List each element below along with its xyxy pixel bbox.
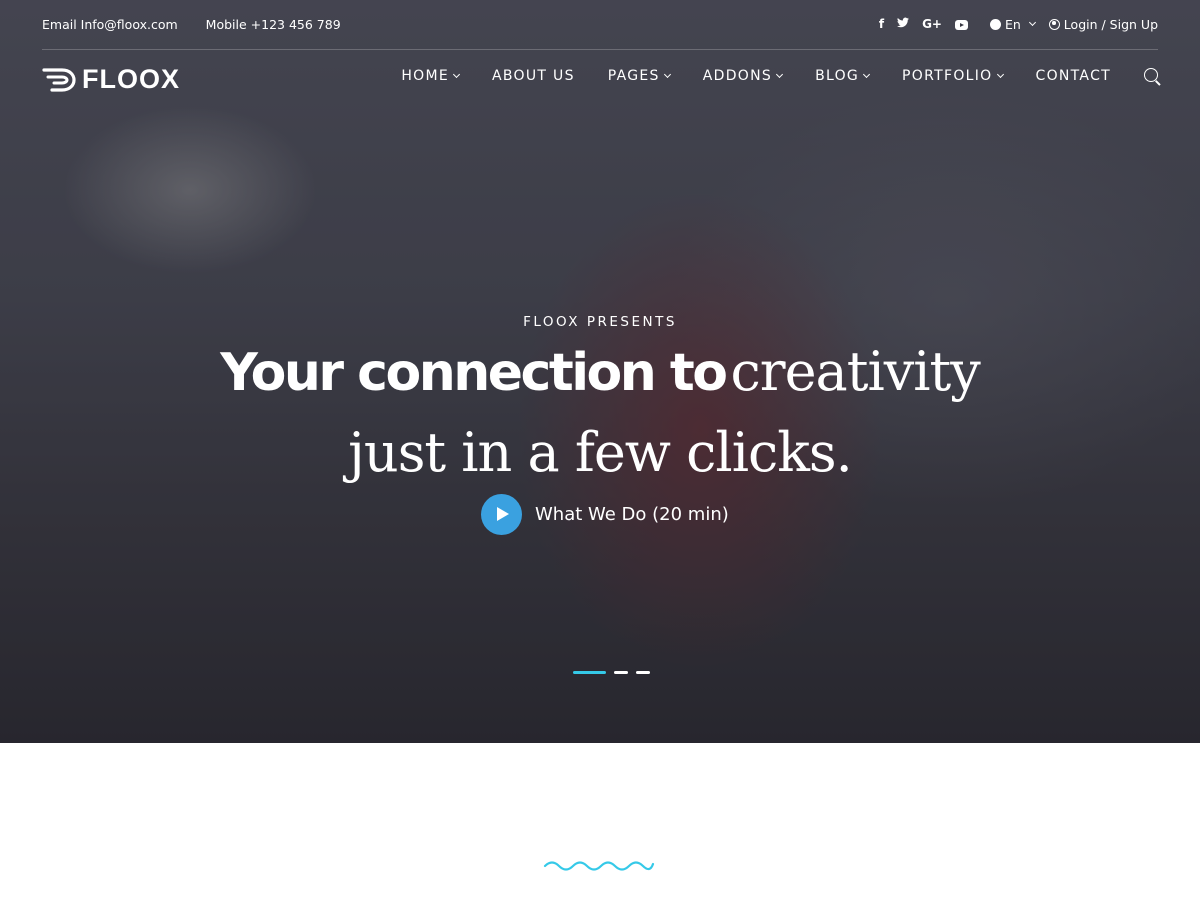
nav-item-label: HOME — [401, 68, 450, 84]
nav-item-home[interactable]: HOME — [401, 68, 461, 84]
headline-bold-text: Your connection to — [220, 343, 728, 403]
chevron-down-icon — [663, 70, 671, 78]
chevron-down-icon — [996, 70, 1004, 78]
slider-pagination — [573, 671, 650, 674]
google-plus-icon[interactable]: G+ — [922, 16, 942, 32]
slide-dot-active[interactable] — [573, 671, 606, 674]
email-link[interactable]: Email Info@floox.com — [42, 17, 178, 32]
twitter-icon[interactable] — [897, 16, 910, 32]
mobile-link[interactable]: Mobile +123 456 789 — [206, 17, 341, 32]
chevron-down-icon — [863, 70, 871, 78]
chevron-down-icon — [452, 70, 461, 78]
chevron-down-icon — [1028, 18, 1036, 26]
logo-text: FLOOX — [82, 64, 180, 94]
nav-item-about-us[interactable]: ABOUT US — [492, 68, 575, 84]
headline-second-line: just in a few clicks. — [348, 421, 853, 484]
nav-item-label: PAGES — [607, 68, 660, 84]
video-link[interactable]: What We Do (20 min) — [481, 494, 729, 535]
nav-item-label: ABOUT US — [492, 68, 575, 84]
user-icon — [1048, 18, 1060, 30]
nav-item-contact[interactable]: CONTACT — [1036, 68, 1112, 84]
language-label: En — [1004, 16, 1021, 32]
youtube-icon[interactable] — [954, 20, 968, 30]
search-icon[interactable] — [1144, 68, 1158, 82]
language-selector[interactable]: En — [989, 16, 1036, 32]
facebook-icon[interactable]: f — [879, 16, 884, 32]
nav-item-label: CONTACT — [1035, 68, 1111, 84]
main-navigation: FLOOX HOME ABOUT US PAGES ADDONS BLOG PO… — [42, 60, 1158, 94]
top-bar-actions: f G+ En Login / Sign Up — [879, 16, 1158, 32]
site-logo[interactable]: FLOOX — [42, 64, 180, 95]
nav-item-pages[interactable]: PAGES — [607, 68, 671, 84]
headline-serif-text: creativity — [730, 340, 981, 403]
nav-menu: HOME ABOUT US PAGES ADDONS BLOG PORTFOLI… — [401, 68, 1158, 84]
login-label: Login / Sign Up — [1063, 16, 1158, 32]
nav-item-blog[interactable]: BLOG — [815, 68, 871, 84]
globe-icon — [989, 18, 1001, 30]
chevron-down-icon — [776, 70, 784, 78]
nav-item-portfolio[interactable]: PORTFOLIO — [902, 68, 1004, 84]
wave-divider — [543, 861, 655, 871]
top-bar: Email Info@floox.com Mobile +123 456 789… — [42, 0, 1158, 50]
nav-item-addons[interactable]: ADDONS — [702, 68, 784, 84]
hero-headline: Your connection to creativity just in a … — [0, 338, 1200, 500]
nav-item-label: BLOG — [815, 68, 860, 84]
hero-eyebrow: FLOOX PRESENTS — [523, 314, 677, 330]
hero-slider: Email Info@floox.com Mobile +123 456 789… — [0, 0, 1200, 743]
slide-dot[interactable] — [614, 671, 628, 674]
contact-info: Email Info@floox.com Mobile +123 456 789 — [42, 17, 341, 32]
login-link[interactable]: Login / Sign Up — [1048, 16, 1158, 32]
nav-item-label: PORTFOLIO — [902, 68, 993, 84]
logo-icon — [42, 67, 76, 92]
video-label: What We Do (20 min) — [535, 504, 729, 525]
nav-item-label: ADDONS — [702, 68, 773, 84]
slide-dot[interactable] — [636, 671, 650, 674]
social-links: f G+ — [879, 16, 968, 32]
play-icon[interactable] — [481, 494, 522, 535]
